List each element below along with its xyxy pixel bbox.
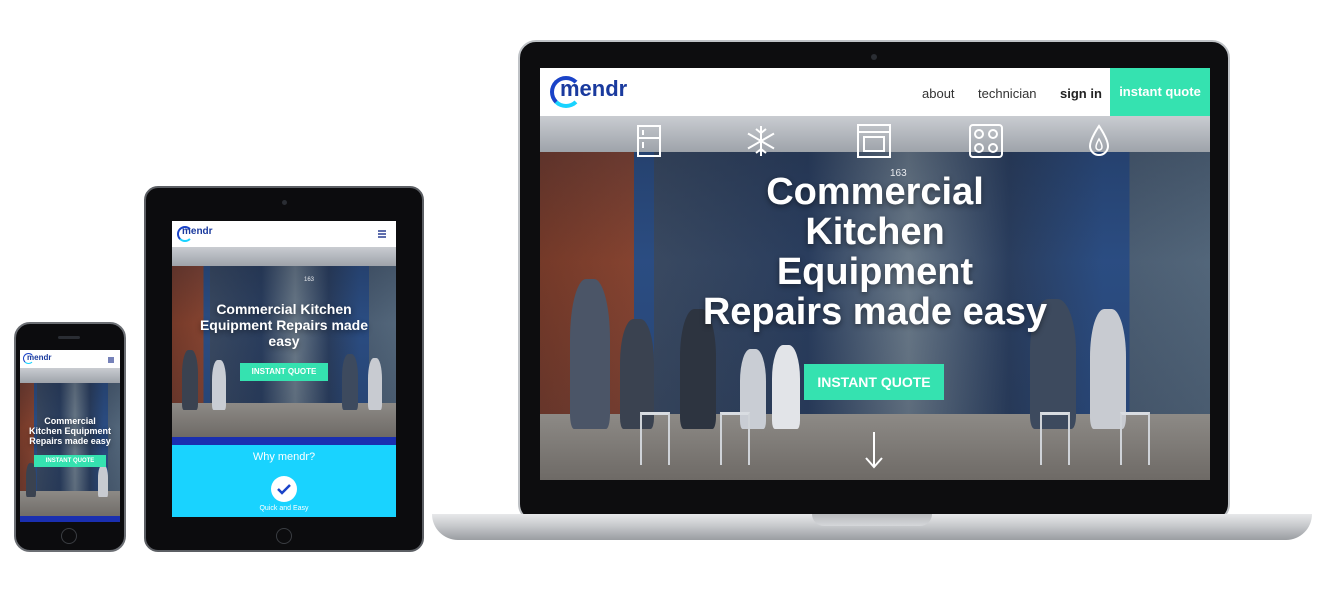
tablet-hero-title-line-3: easy xyxy=(268,333,300,349)
hero-title-line-4: Repairs made easy xyxy=(702,291,1048,333)
phone-hero-title-line-3: Repairs made easy xyxy=(29,436,111,446)
tablet-hero-title-line-2: Equipment Repairs made xyxy=(199,317,369,333)
oven-icon xyxy=(857,124,891,158)
phone-progress-band xyxy=(20,516,120,522)
tablet-brand-name: mendr xyxy=(182,226,213,237)
fridge-icon xyxy=(637,125,661,157)
nav-link-sign-in[interactable]: sign in xyxy=(1060,86,1102,101)
checkmark-icon xyxy=(271,476,297,502)
phone-screen: mendr Commercial Kitchen Equipment Repai… xyxy=(20,350,120,522)
brand-name: mendr xyxy=(560,76,628,101)
tablet-header: mendr xyxy=(172,221,396,247)
phone-brand-name: mendr xyxy=(27,353,52,362)
why-item-label: Quick and Easy xyxy=(259,505,309,512)
cooktop-icon xyxy=(969,124,1003,158)
tablet-home-button xyxy=(276,528,292,544)
hamburger-menu-icon[interactable] xyxy=(378,230,386,238)
down-arrow-icon[interactable] xyxy=(864,430,884,470)
phone-home-button xyxy=(61,528,77,544)
hero-title: Commercial Kitchen Equipment Repairs mad… xyxy=(600,172,1150,332)
snowflake-icon xyxy=(747,126,775,156)
hamburger-menu-icon[interactable] xyxy=(108,357,114,363)
why-heading: Why mendr? xyxy=(252,451,316,463)
top-navigation: mendr about technician sign in instant q… xyxy=(540,68,1210,116)
tablet-screen: mendr 163 Commercial Kitchen Equipment R… xyxy=(172,221,396,517)
hero-instant-quote-button[interactable]: INSTANT QUOTE xyxy=(804,364,944,400)
phone-hero-title-line-2: Kitchen Equipment xyxy=(28,426,111,436)
phone-hero-title-line-1: Commercial xyxy=(44,416,96,426)
laptop-screen: 163 mendr about technician sign in insta… xyxy=(540,68,1210,480)
tablet-hero-title-line-1: Commercial Kitchen xyxy=(216,301,352,317)
laptop-notch xyxy=(812,514,932,526)
hero-title-line-3: Equipment xyxy=(776,251,974,293)
nav-link-about[interactable]: about xyxy=(922,86,955,101)
tablet-instant-quote-button[interactable]: INSTANT QUOTE xyxy=(240,363,328,381)
laptop-camera xyxy=(871,54,877,60)
storefront-number: 163 xyxy=(304,277,315,283)
nav-link-technician[interactable]: technician xyxy=(978,86,1037,101)
tablet-why-section: Why mendr? Quick and Easy xyxy=(172,445,396,517)
phone-instant-quote-button[interactable]: INSTANT QUOTE xyxy=(34,455,106,467)
phone-speaker xyxy=(58,336,80,339)
phone-header: mendr xyxy=(20,350,120,368)
tablet-hero-title: Commercial Kitchen Equipment Repairs mad… xyxy=(178,301,390,349)
hero-title-line-2: Kitchen xyxy=(805,211,945,253)
hero-title-line-1: Commercial xyxy=(766,171,984,213)
tablet-camera xyxy=(282,200,287,205)
water-drop-icon xyxy=(1088,124,1110,156)
tablet-progress-band xyxy=(172,437,396,445)
phone-hero-title: Commercial Kitchen Equipment Repairs mad… xyxy=(20,416,120,446)
nav-instant-quote-button[interactable]: instant quote xyxy=(1110,68,1210,116)
